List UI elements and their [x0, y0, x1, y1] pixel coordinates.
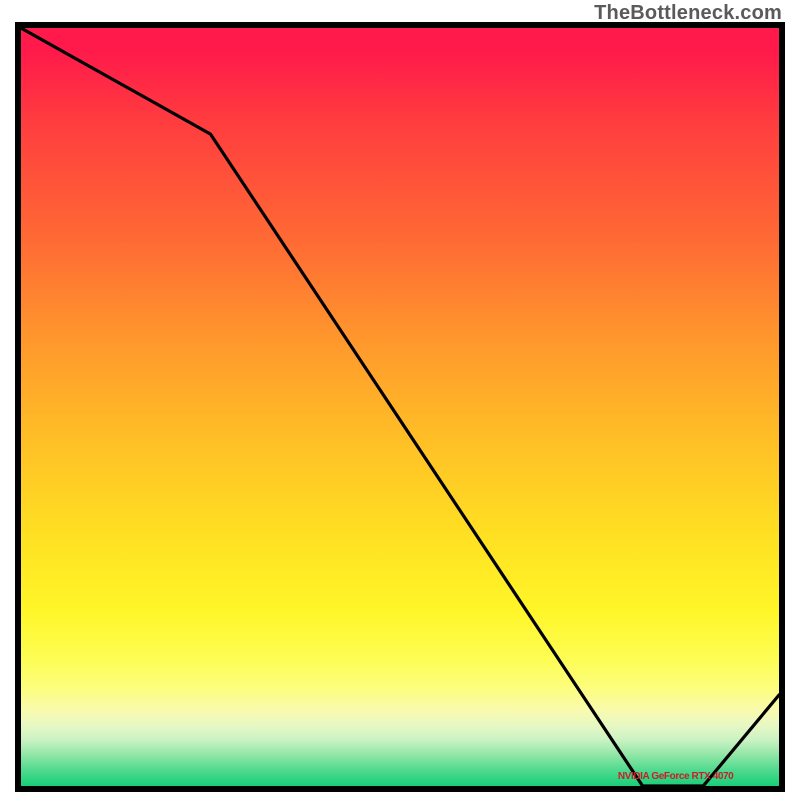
chart-container: TheBottleneck.com NVIDIA GeForce RTX 407…: [0, 0, 800, 800]
x-axis-annotation: NVIDIA GeForce RTX 4070: [618, 771, 733, 782]
line-series: [21, 28, 779, 786]
plot-frame: NVIDIA GeForce RTX 4070: [15, 22, 785, 792]
